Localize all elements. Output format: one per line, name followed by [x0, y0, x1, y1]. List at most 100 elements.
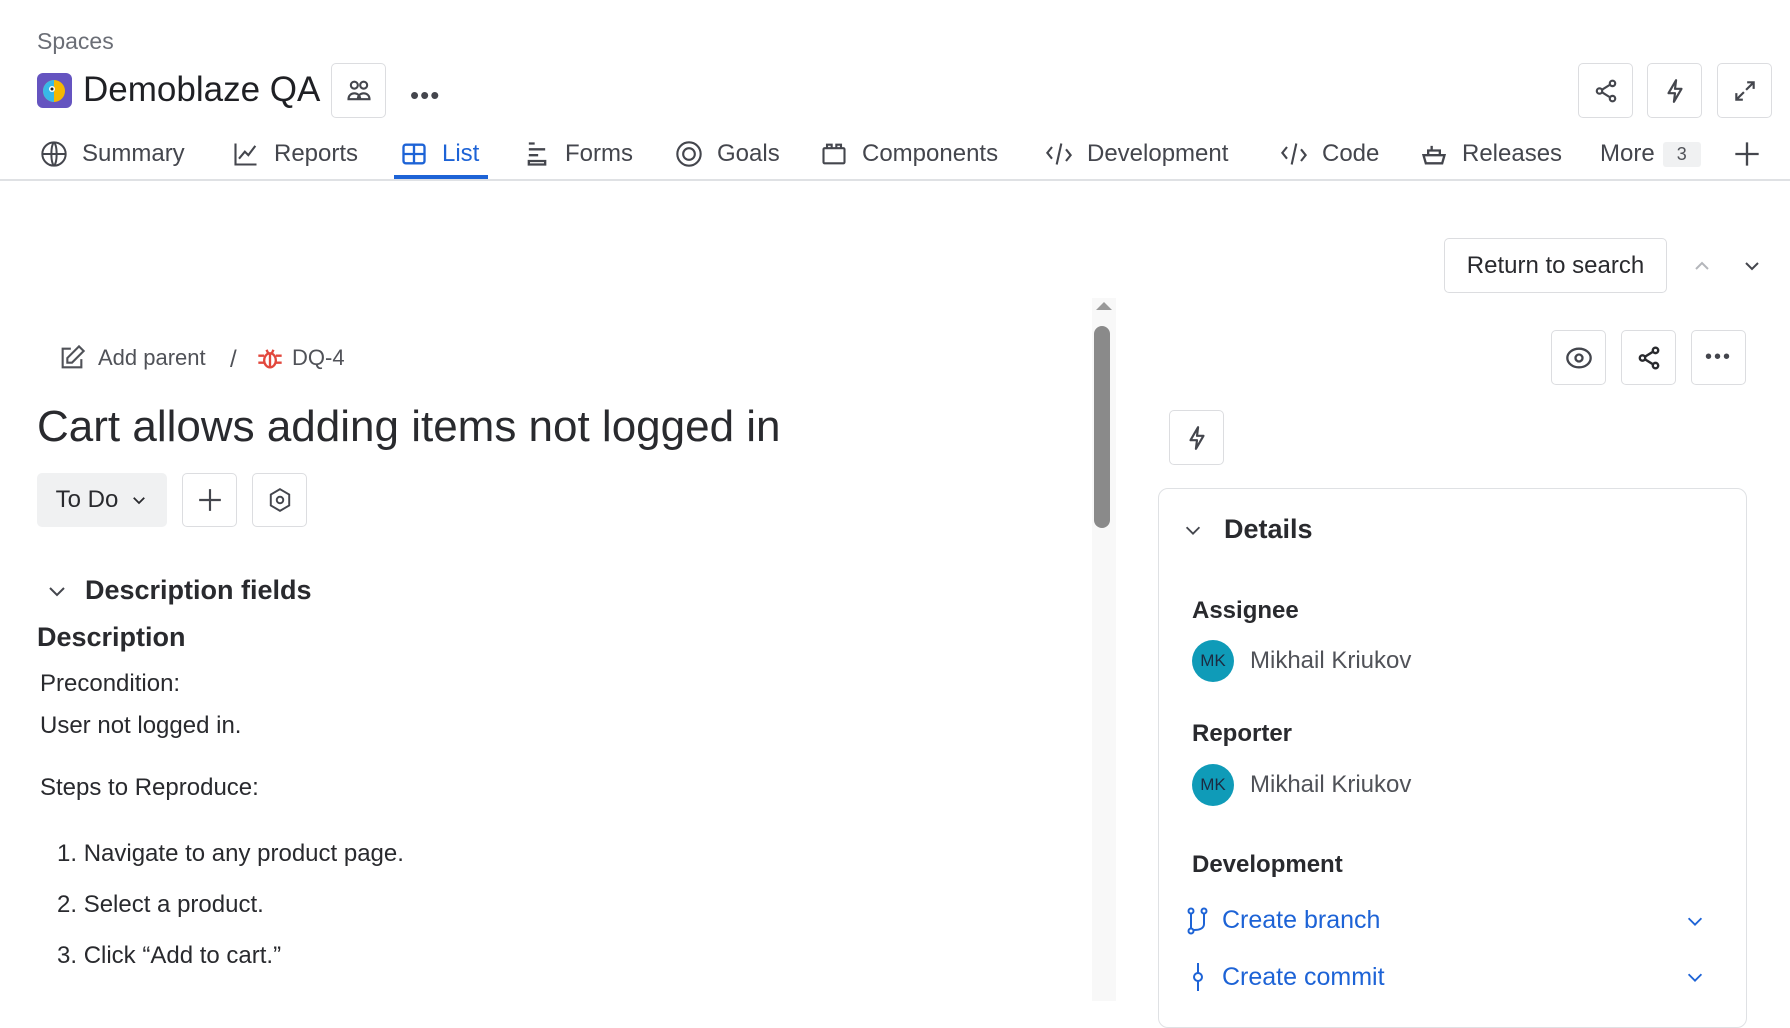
breadcrumb-separator: /	[230, 346, 237, 373]
lightning-icon	[1188, 425, 1205, 450]
status-label: To Do	[55, 486, 119, 513]
people-icon	[346, 80, 371, 100]
tab-components[interactable]: Components	[820, 136, 998, 172]
branch-icon	[1187, 907, 1208, 934]
tab-label: Summary	[82, 140, 185, 167]
avatar: MK	[1192, 764, 1234, 806]
tab-label: Code	[1322, 140, 1380, 167]
reporter-field[interactable]: MK Mikhail Kriukov	[1192, 764, 1411, 806]
scrollbar-thumb[interactable]	[1094, 326, 1110, 528]
create-commit-link[interactable]: Create commit	[1186, 962, 1706, 992]
edit-icon	[61, 344, 86, 369]
chevron-down-icon	[1185, 526, 1201, 535]
tab-code[interactable]: Code	[1280, 136, 1379, 172]
create-commit-label: Create commit	[1222, 962, 1385, 991]
tab-label: Forms	[565, 140, 633, 167]
apps-button[interactable]	[252, 473, 307, 527]
add-parent-label: Add parent	[98, 345, 206, 370]
tab-label: Reports	[274, 140, 359, 167]
tab-label: Development	[1087, 140, 1229, 167]
share-icon	[1595, 79, 1616, 102]
tab-goals[interactable]: Goals	[675, 136, 780, 172]
settings-hexagon-icon	[269, 488, 290, 512]
scrollbar-track[interactable]	[1092, 298, 1116, 1001]
more-dots-icon: •••	[1704, 346, 1732, 368]
plus-icon	[198, 489, 221, 511]
code-icon	[1045, 143, 1073, 165]
assignee-name: Mikhail Kriukov	[1250, 647, 1412, 674]
chevron-down-icon[interactable]	[1684, 910, 1706, 932]
description-fields-toggle[interactable]: Description fields	[45, 575, 312, 606]
issue-title[interactable]: Cart allows adding items not logged in	[37, 402, 781, 452]
previous-issue-button[interactable]	[1690, 254, 1714, 278]
share-icon	[1638, 346, 1659, 369]
issue-key: DQ-4	[292, 345, 345, 370]
tab-summary[interactable]: Summary	[40, 136, 185, 172]
details-panel	[1158, 488, 1747, 1028]
next-issue-button[interactable]	[1740, 254, 1764, 278]
tab-label: Goals	[717, 140, 780, 167]
tab-releases[interactable]: Releases	[1420, 136, 1562, 172]
reporter-label: Reporter	[1192, 720, 1293, 747]
tab-list[interactable]: List	[400, 136, 479, 172]
create-branch-label: Create branch	[1222, 906, 1381, 934]
chevron-down-icon	[133, 497, 146, 505]
step-item: 3. Click “Add to cart.”	[57, 942, 282, 969]
steps-label: Steps to Reproduce:	[40, 774, 259, 801]
plus-icon	[1735, 142, 1759, 166]
fullscreen-button[interactable]	[1717, 63, 1772, 118]
add-button[interactable]	[182, 473, 237, 527]
step-item: 2. Select a product.	[57, 891, 264, 918]
ship-icon	[1421, 145, 1447, 165]
reporter-name: Mikhail Kriukov	[1250, 771, 1412, 798]
tab-reports[interactable]: Reports	[232, 136, 358, 172]
chart-line-icon	[234, 143, 257, 166]
add-tab-button[interactable]	[1730, 136, 1764, 172]
development-label: Development	[1192, 851, 1343, 878]
share-issue-button[interactable]	[1621, 330, 1676, 385]
expand-icon	[1734, 80, 1755, 101]
tab-label: More	[1600, 140, 1655, 167]
breadcrumb-spaces[interactable]: Spaces	[37, 28, 114, 55]
share-button[interactable]	[1578, 63, 1633, 118]
add-parent-link[interactable]: Add parent	[58, 344, 206, 372]
tab-label: List	[442, 140, 480, 167]
step-item: 1. Navigate to any product page.	[57, 840, 404, 867]
return-to-search-button[interactable]: Return to search	[1444, 238, 1667, 293]
section-title: Description fields	[85, 575, 312, 605]
issue-more-button[interactable]: •••	[1691, 330, 1746, 385]
globe-icon	[41, 141, 67, 167]
automation-issue-button[interactable]	[1169, 410, 1224, 465]
create-branch-link[interactable]: Create branch	[1186, 906, 1706, 935]
tabs-divider	[0, 179, 1790, 181]
scroll-up-arrow[interactable]	[1096, 302, 1112, 310]
status-dropdown[interactable]: To Do	[37, 473, 167, 527]
automation-button[interactable]	[1647, 63, 1702, 118]
project-logo	[37, 73, 72, 108]
tab-development[interactable]: Development	[1045, 136, 1228, 172]
eye-icon	[1565, 347, 1592, 368]
commit-icon	[1193, 963, 1203, 991]
description-label: Description	[37, 622, 186, 652]
assignee-label: Assignee	[1192, 597, 1299, 624]
chevron-down-icon	[1745, 262, 1759, 271]
more-actions-icon[interactable]: •••	[410, 80, 440, 111]
description-body[interactable]: Precondition: User not logged in. Steps …	[40, 670, 1040, 993]
code-icon	[1280, 143, 1308, 165]
target-icon	[676, 141, 702, 167]
tab-forms[interactable]: Forms	[523, 136, 633, 172]
tab-more[interactable]: More 3	[1600, 136, 1701, 172]
avatar: MK	[1192, 640, 1234, 682]
project-title: Demoblaze QA	[83, 70, 321, 109]
tab-label: Components	[862, 140, 999, 167]
assignee-field[interactable]: MK Mikhail Kriukov	[1192, 640, 1411, 682]
table-icon	[402, 143, 426, 165]
issue-key-link[interactable]: DQ-4	[256, 344, 345, 372]
chevron-up-icon	[1695, 261, 1709, 270]
chevron-down-icon[interactable]	[1684, 966, 1706, 988]
tab-label: Releases	[1462, 140, 1563, 167]
team-button[interactable]	[331, 63, 386, 118]
watch-button[interactable]	[1551, 330, 1606, 385]
details-toggle[interactable]: Details	[1182, 514, 1313, 545]
component-icon	[822, 143, 846, 165]
